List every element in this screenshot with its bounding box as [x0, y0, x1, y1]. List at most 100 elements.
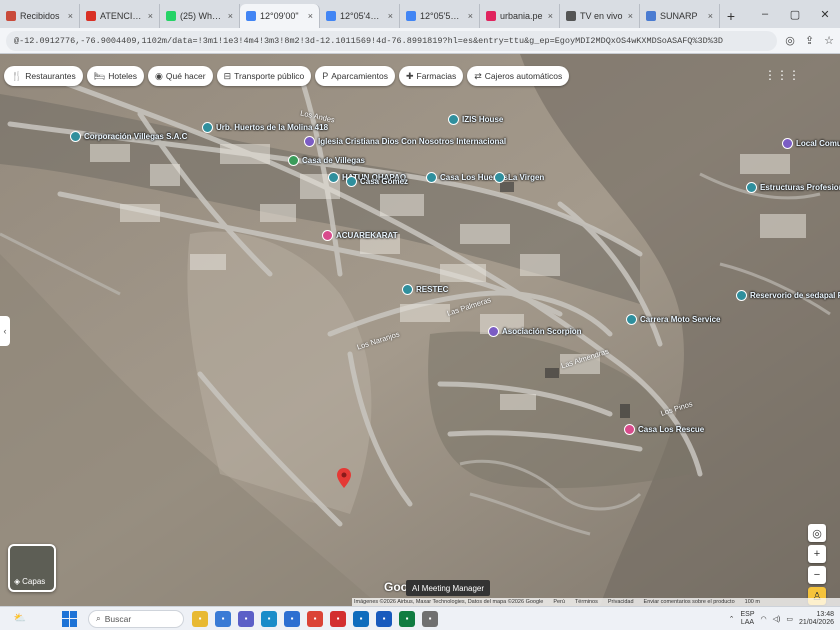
category-chip[interactable]: ◉ Qué hacer: [148, 66, 213, 86]
browser-tab[interactable]: SUNARP ×: [640, 4, 720, 28]
poi-pin-icon: [70, 131, 81, 142]
battery-icon[interactable]: ▭: [786, 615, 793, 623]
tab-favicon-icon: [566, 11, 576, 21]
close-tab-icon[interactable]: ×: [148, 11, 153, 21]
minimize-icon[interactable]: –: [750, 8, 780, 20]
poi-label: RESTEC: [416, 285, 449, 294]
map-poi-marker[interactable]: Casa Los Rescue: [624, 424, 704, 435]
language-indicator[interactable]: ESP LAA: [740, 611, 754, 627]
outlook-icon[interactable]: ▪: [353, 610, 369, 627]
map-poi-marker[interactable]: Local Comunal: [782, 138, 840, 149]
tray-overflow-icon[interactable]: ⌃: [729, 615, 735, 623]
map-poi-marker[interactable]: ACUAREKARAT: [322, 230, 398, 241]
satellite-map[interactable]: 🍴 Restaurantes 🛏 Hoteles ◉ Qué hacer ⊟ Transpor…: [0, 54, 840, 606]
attribution-item[interactable]: 100 m: [745, 599, 760, 605]
url-field[interactable]: @-12.0912776,-76.9004409,1102m/data=!3m1…: [6, 30, 778, 51]
browser-tab[interactable]: urbania.pe ×: [480, 4, 560, 28]
copilot-icon[interactable]: ▪: [215, 610, 231, 627]
google-apps-icon[interactable]: ⋮⋮⋮: [764, 68, 800, 82]
poi-pin-icon: [328, 172, 339, 183]
browser-tab[interactable]: 12°09'00" ×: [240, 4, 320, 28]
browser-tab[interactable]: TV en vivo ×: [560, 4, 640, 28]
close-tab-icon[interactable]: ×: [628, 11, 633, 21]
tab-favicon-icon: [486, 11, 496, 21]
category-chip[interactable]: 🍴 Restaurantes: [4, 66, 83, 86]
maximize-icon[interactable]: ▢: [780, 8, 810, 21]
new-tab-button[interactable]: +: [720, 4, 742, 28]
dropped-pin-icon[interactable]: [337, 468, 351, 491]
close-tab-icon[interactable]: ×: [468, 11, 473, 21]
zoom-out-button[interactable]: −: [808, 566, 826, 584]
map-poi-marker[interactable]: RESTEC: [402, 284, 448, 295]
category-chip[interactable]: ✚ Farmacias: [398, 66, 464, 86]
windows-taskbar: ⛅ ⌕ Buscar ▪ ▪ ▪ ▪ ▪ ▪ ▪ ▪ ▪ ▪ ▪ ⌃ ESP LAA ◠ ◁) ▭ 1…: [0, 606, 840, 630]
tab-label: 12°05'52.1": [420, 11, 464, 21]
attribution-item[interactable]: Enviar comentarios sobre el producto: [644, 599, 735, 605]
map-poi-marker[interactable]: Asociación Scorpion: [488, 326, 582, 337]
zoom-in-button[interactable]: +: [808, 545, 826, 563]
layers-button[interactable]: ◈ Capas: [8, 544, 56, 592]
map-poi-marker[interactable]: La Virgen: [494, 172, 544, 183]
pharmacy-icon: ✚: [405, 70, 414, 81]
chip-label: Qué hacer: [165, 71, 206, 81]
category-chip[interactable]: ⇄ Cajeros automáticos: [467, 66, 570, 86]
map-poi-marker[interactable]: Urb. Huertos de la Molina 418: [202, 122, 328, 133]
clock[interactable]: 13:48 21/04/2026: [799, 611, 834, 627]
poi-pin-icon: [288, 155, 299, 166]
volume-icon[interactable]: ◁): [773, 615, 781, 623]
edge-icon[interactable]: ▪: [261, 610, 277, 627]
file-explorer-icon[interactable]: ▪: [192, 610, 208, 627]
close-tab-icon[interactable]: ×: [308, 11, 313, 21]
chrome-icon[interactable]: ▪: [307, 610, 323, 627]
lens-icon[interactable]: ◎: [785, 34, 795, 47]
browser-tab[interactable]: ATENCIÓN ×: [80, 4, 160, 28]
map-poi-marker[interactable]: Estructuras Profesionales Juan Mario Can…: [746, 182, 840, 193]
weather-widget-icon[interactable]: ⛅: [0, 607, 40, 630]
meeting-manager-tooltip: AI Meeting Manager: [406, 580, 491, 596]
map-poi-marker[interactable]: Corporación Villegas S.A.C: [70, 131, 187, 142]
tab-favicon-icon: [326, 11, 336, 21]
share-icon[interactable]: ⇪: [805, 34, 814, 47]
tab-label: (25) WhatsApp: [180, 11, 224, 21]
attribution-item[interactable]: Términos: [575, 599, 598, 605]
map-poi-marker[interactable]: Casa de Villegas: [288, 155, 365, 166]
collapse-panel-handle[interactable]: ‹: [0, 316, 10, 346]
browser-tab[interactable]: 12°05'49.1" ×: [320, 4, 400, 28]
attribution-item[interactable]: Privacidad: [608, 599, 634, 605]
bookmark-star-icon[interactable]: ☆: [824, 34, 834, 47]
close-tab-icon[interactable]: ×: [228, 11, 233, 21]
tab-label: 12°09'00": [260, 11, 299, 21]
close-tab-icon[interactable]: ×: [388, 11, 393, 21]
poi-pin-icon: [304, 136, 315, 147]
category-chip[interactable]: P Aparcamientos: [315, 66, 395, 86]
close-tab-icon[interactable]: ×: [68, 11, 73, 21]
map-poi-marker[interactable]: Reservorio de sedapal RP16: [736, 290, 840, 301]
close-tab-icon[interactable]: ×: [708, 11, 713, 21]
poi-pin-icon: [626, 314, 637, 325]
poi-label: IZIS House: [462, 115, 504, 124]
browser-tab[interactable]: 12°05'52.1" ×: [400, 4, 480, 28]
settings-icon[interactable]: ▪: [422, 610, 438, 627]
attribution-item[interactable]: Perú: [553, 599, 565, 605]
map-poi-marker[interactable]: Casa Gómez: [346, 176, 408, 187]
word-icon[interactable]: ▪: [376, 610, 392, 627]
poi-label: Estructuras Profesionales Juan Mario Can…: [760, 183, 840, 192]
category-chip[interactable]: ⊟ Transporte público: [216, 66, 312, 86]
category-chip[interactable]: 🛏 Hoteles: [86, 66, 145, 86]
location-icon[interactable]: ◎: [808, 524, 826, 542]
close-tab-icon[interactable]: ×: [548, 11, 553, 21]
acrobat-icon[interactable]: ▪: [330, 610, 346, 627]
wifi-icon[interactable]: ◠: [761, 615, 767, 623]
parking-icon: P: [322, 71, 329, 81]
browser-tab[interactable]: (25) WhatsApp ×: [160, 4, 240, 28]
windows-start-icon[interactable]: [62, 610, 78, 627]
excel-icon[interactable]: ▪: [399, 610, 415, 627]
map-poi-marker[interactable]: IZIS House: [448, 114, 503, 125]
taskbar-search[interactable]: ⌕ Buscar: [88, 609, 184, 628]
browser-tab[interactable]: Recibidos ×: [0, 4, 80, 28]
teams-icon[interactable]: ▪: [238, 610, 254, 627]
map-poi-marker[interactable]: Carrera Moto Service: [626, 314, 720, 325]
map-poi-marker[interactable]: Iglesia Cristiana Dios Con Nosotros Inte…: [304, 136, 506, 147]
close-window-icon[interactable]: ✕: [810, 8, 840, 21]
store-icon[interactable]: ▪: [284, 610, 300, 627]
